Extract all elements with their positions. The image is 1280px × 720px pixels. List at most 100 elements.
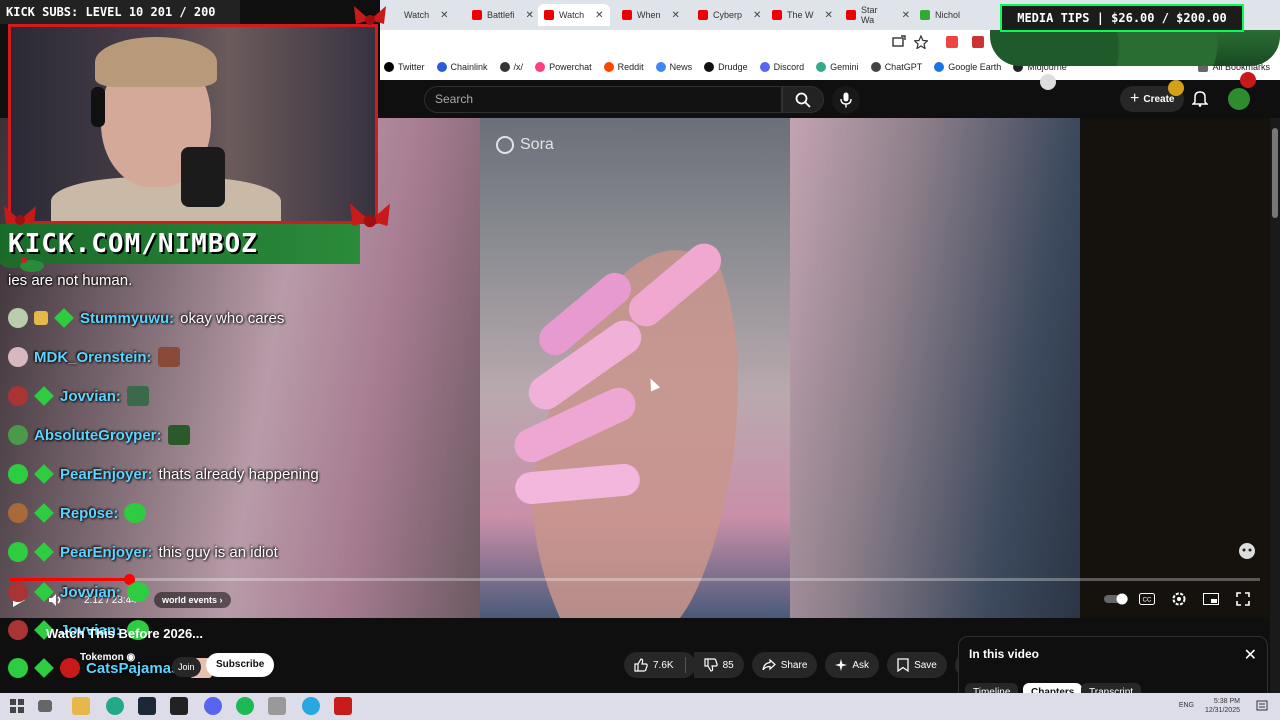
browser-tab-active[interactable]: Watch ✕ — [538, 4, 610, 26]
extension-icon[interactable] — [972, 36, 984, 48]
youtube-favicon-icon — [846, 10, 856, 20]
autoplay-toggle[interactable] — [1104, 591, 1128, 607]
chat-message: PearEnjoyer: thats already happening — [8, 464, 319, 484]
chatgpt-icon — [870, 62, 881, 72]
channel-name[interactable]: Tokemon ◉ — [80, 652, 135, 663]
system-clock[interactable]: 5:38 PM 12/31/2025 — [1205, 697, 1240, 715]
holiday-bow-icon — [350, 203, 390, 228]
save-button[interactable]: Save — [887, 652, 947, 678]
chat-username[interactable]: MDK_Orenstein: — [34, 349, 152, 366]
bookmark-chainlink[interactable]: Chainlink — [436, 62, 488, 72]
close-icon[interactable]: ✕ — [753, 10, 761, 21]
extension-icon[interactable] — [946, 36, 958, 48]
close-icon[interactable]: ✕ — [825, 10, 833, 21]
chat-username[interactable]: Rep0se: — [60, 505, 118, 522]
settings-button[interactable] — [1170, 591, 1188, 607]
bookmark-discord[interactable]: Discord — [759, 62, 804, 72]
dislike-button[interactable]: 85 — [693, 652, 744, 678]
miniplayer-button[interactable] — [1202, 591, 1220, 607]
miniplayer-icon — [1203, 593, 1219, 605]
join-button[interactable]: Join — [172, 657, 201, 677]
fullscreen-button[interactable] — [1234, 591, 1252, 607]
bookmark-label: Drudge — [718, 62, 748, 72]
browser-tab[interactable]: Watch ✕ — [398, 4, 468, 26]
language-indicator[interactable]: ENG — [1179, 702, 1194, 709]
chat-text: okay who cares — [180, 309, 285, 327]
bookmark-chatgpt[interactable]: ChatGPT — [870, 62, 922, 72]
holiday-bow-icon — [354, 6, 386, 25]
gemini-icon — [816, 62, 827, 72]
bookmark-google-earth[interactable]: Google Earth — [934, 62, 1001, 72]
chat-username[interactable]: PearEnjoyer: — [60, 544, 153, 561]
subscribe-button[interactable]: Subscribe — [206, 653, 275, 677]
page-scrollbar[interactable] — [1270, 118, 1280, 693]
chat-username[interactable]: Jovvian: — [60, 584, 121, 601]
headset-icon — [91, 87, 105, 127]
browser-tab[interactable]: When ✕ — [616, 4, 688, 26]
bookmark-news[interactable]: News — [655, 62, 693, 72]
account-avatar[interactable] — [1228, 88, 1250, 110]
install-app-icon[interactable] — [892, 35, 906, 49]
notifications-bell-icon[interactable] — [1192, 89, 1208, 107]
terminal-icon[interactable] — [170, 697, 188, 715]
voice-search-button[interactable] — [832, 86, 860, 114]
close-icon[interactable]: ✕ — [595, 10, 603, 21]
chat-username[interactable]: Stummyuwu: — [80, 310, 174, 327]
bookmark-powerchat[interactable]: Powerchat — [535, 62, 592, 72]
chainlink-icon — [436, 62, 447, 72]
like-button[interactable]: 7.6K — [624, 652, 696, 678]
chat-username[interactable]: Jovvian: — [60, 388, 121, 405]
windows-start-icon[interactable] — [8, 697, 26, 715]
search-input[interactable]: Search — [424, 86, 782, 113]
bookmark-label: News — [669, 62, 693, 72]
telegram-icon[interactable] — [302, 697, 320, 715]
holiday-garland — [990, 30, 1280, 66]
clock-time: 5:38 PM — [1213, 698, 1240, 705]
chat-username[interactable]: AbsoluteGroyper: — [34, 427, 162, 444]
browser-tab[interactable]: Battlefi ✕ — [466, 4, 540, 26]
close-icon[interactable]: ✕ — [1244, 645, 1257, 665]
steam-icon[interactable] — [138, 697, 156, 715]
bookmark-reddit[interactable]: Reddit — [603, 62, 644, 72]
screen: Watch ✕ Battlefi ✕ Watch ✕ When ✕ Cyberp ✕ Th… — [0, 0, 1280, 720]
channel-watermark-icon[interactable] — [1238, 542, 1256, 560]
favicon-icon — [920, 10, 930, 20]
search-button[interactable] — [782, 86, 824, 113]
share-button[interactable]: Share — [751, 652, 818, 678]
youtube-favicon-icon — [472, 10, 482, 20]
close-icon[interactable]: ✕ — [440, 10, 448, 21]
close-icon[interactable]: ✕ — [902, 10, 910, 21]
app-icon[interactable] — [334, 697, 352, 715]
microphone-icon — [840, 92, 852, 108]
ask-button[interactable]: Ask — [825, 652, 880, 678]
bookmark-label: Twitter — [398, 62, 425, 72]
spotify-icon[interactable] — [236, 697, 254, 715]
create-label: Create — [1143, 93, 1175, 105]
chapter-button[interactable]: world events › — [154, 591, 231, 609]
chat-username[interactable]: PearEnjoyer: — [60, 466, 153, 483]
tab-label: The W — [787, 10, 814, 20]
browser-tab[interactable]: Star Wa ✕ — [840, 4, 916, 26]
task-view-icon[interactable] — [38, 700, 52, 712]
bookmark-star-icon[interactable] — [914, 35, 928, 49]
browser-tab[interactable]: The W ✕ — [766, 4, 840, 26]
video-actions: 7.6K 85 Share Ask Save ••• — [624, 652, 982, 678]
app-icon[interactable] — [268, 697, 286, 715]
notification-center-icon[interactable] — [1256, 700, 1268, 712]
file-explorer-icon[interactable] — [72, 697, 90, 715]
bookmark-drudge[interactable]: Drudge — [704, 62, 748, 72]
chrome-icon[interactable] — [106, 697, 124, 715]
discord-icon[interactable] — [204, 697, 222, 715]
captions-button[interactable]: CC — [1138, 591, 1156, 607]
ornament-icon — [1040, 74, 1056, 90]
video-progress-bar[interactable] — [10, 574, 1260, 585]
browser-tab[interactable]: Cyberp ✕ — [692, 4, 766, 26]
bookmark-gemini[interactable]: Gemini — [816, 62, 859, 72]
scrollbar-thumb[interactable] — [1272, 128, 1278, 218]
bookmark-twitter[interactable]: Twitter — [384, 62, 425, 72]
close-icon[interactable]: ✕ — [526, 10, 534, 21]
bookmark-x[interactable]: /x/ — [499, 62, 523, 72]
close-icon[interactable]: ✕ — [672, 10, 680, 21]
browser-tab[interactable]: Nichol — [914, 4, 984, 26]
channel-name-text: Tokemon — [80, 652, 124, 663]
